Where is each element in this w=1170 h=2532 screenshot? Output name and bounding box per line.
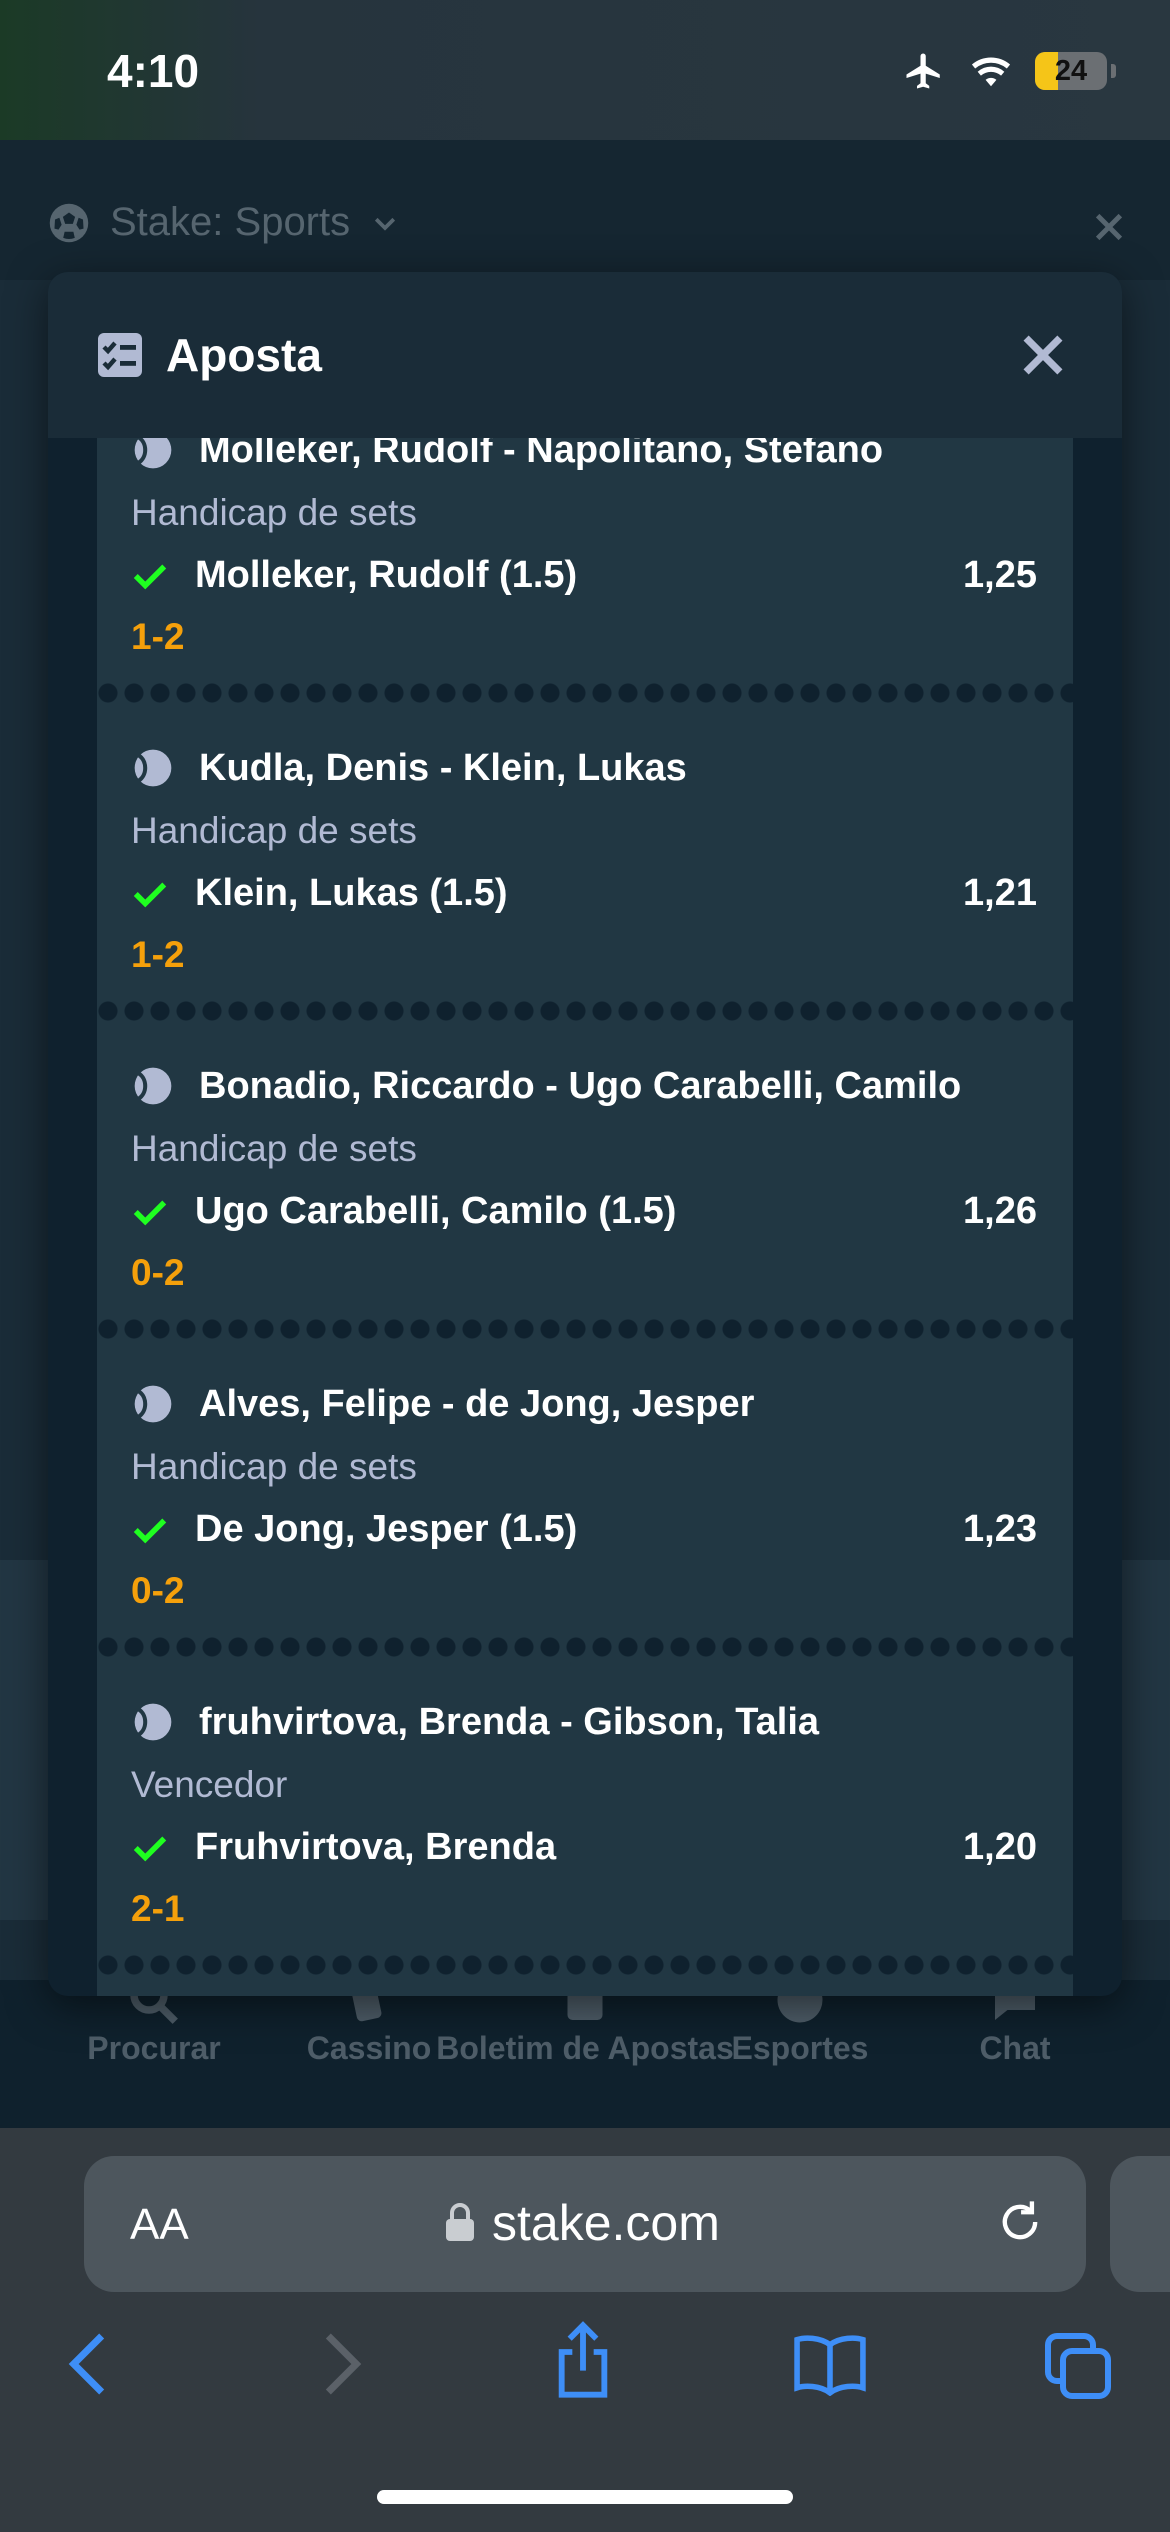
airplane-icon — [906, 53, 940, 89]
nav-betslip-label: Boletim de Apostas — [436, 2030, 734, 2066]
bet-odds: 1,21 — [963, 872, 1037, 914]
bet-card: Bonadio, Riccardo - Ugo Carabelli, Camil… — [97, 1022, 1073, 1340]
bet-odds: 1,20 — [963, 1826, 1037, 1868]
bet-market: Handicap de sets — [131, 1128, 417, 1169]
url-display[interactable]: stake.com — [444, 2194, 720, 2252]
bet-selection-label: De Jong, Jesper (1.5) — [195, 1508, 578, 1550]
bet-match-label: Bonadio, Riccardo - Ugo Carabelli, Camil… — [199, 1064, 962, 1107]
bet-odds: 1,25 — [963, 554, 1037, 596]
tennis-ball-icon — [134, 1385, 172, 1423]
app-switcher[interactable]: Stake: Sports — [48, 200, 400, 245]
bet-match: Alves, Felipe - de Jong, Jesper — [131, 1382, 754, 1426]
checkmark-icon — [133, 1836, 167, 1861]
soccer-ball-icon — [49, 203, 89, 242]
bet-selection-label: Fruhvirtova, Brenda — [195, 1826, 557, 1868]
bet-card: fruhvirtova, Brenda - Gibson, Talia Venc… — [97, 1658, 1073, 1976]
bet-card: Alves, Felipe - de Jong, Jesper Handicap… — [97, 1340, 1073, 1658]
battery-indicator: 24 — [1035, 52, 1107, 90]
bet-selection-label: Molleker, Rudolf (1.5) — [195, 554, 578, 596]
reader-options-button[interactable]: AA — [130, 2200, 189, 2250]
tennis-ball-icon — [134, 749, 172, 787]
bet-score: 0-2 — [131, 1570, 185, 1611]
bet-selection-label: Ugo Carabelli, Camilo (1.5) — [195, 1190, 677, 1232]
bet-odds: 1,23 — [963, 1508, 1037, 1550]
bet-score: 2-1 — [131, 1888, 185, 1929]
share-icon[interactable] — [550, 2320, 616, 2400]
wifi-icon — [971, 57, 1011, 87]
checkmark-icon — [133, 564, 167, 589]
bet-card: Molleker, Rudolf - Napolitano, Stefano H… — [97, 438, 1073, 704]
screen: 4:10 24 Stake: Sports Procurar Cassino B… — [0, 0, 1170, 2532]
app-header: Stake: Sports — [0, 140, 1170, 280]
dotted-separator — [97, 1636, 1073, 1658]
nav-sports-label: Esportes — [731, 2030, 869, 2066]
forward-icon[interactable] — [312, 2328, 368, 2400]
next-tab-peek[interactable] — [1110, 2156, 1170, 2292]
battery-level: 24 — [1054, 54, 1088, 87]
bet-selection: Ugo Carabelli, Camilo (1.5) — [131, 1190, 676, 1233]
bet-match: Bonadio, Riccardo - Ugo Carabelli, Camil… — [131, 1064, 961, 1108]
bet-market: Vencedor — [131, 1764, 288, 1805]
modal-header: Aposta — [48, 272, 1122, 438]
lock-icon — [446, 2203, 474, 2241]
home-indicator[interactable] — [377, 2490, 793, 2504]
bet-selection: Molleker, Rudolf (1.5) — [131, 554, 577, 597]
bet-selection: De Jong, Jesper (1.5) — [131, 1508, 577, 1551]
modal-title: Aposta — [166, 329, 322, 381]
bookmarks-icon[interactable] — [792, 2334, 868, 2396]
browser-chrome: AA stake.com — [0, 2128, 1170, 2532]
chevron-down-icon — [375, 217, 396, 231]
bet-score: 1-2 — [131, 616, 185, 657]
tennis-ball-icon — [134, 438, 172, 469]
bet-match-label: Alves, Felipe - de Jong, Jesper — [199, 1382, 755, 1425]
close-icon[interactable] — [1014, 326, 1072, 384]
url-text: stake.com — [492, 2195, 720, 2251]
tennis-ball-icon — [134, 1067, 172, 1105]
checkmark-icon — [133, 1200, 167, 1225]
app-close-icon[interactable] — [1092, 210, 1126, 244]
reload-icon[interactable] — [994, 2196, 1046, 2248]
dotted-separator — [97, 1954, 1073, 1976]
betslip-checklist-icon — [98, 333, 142, 377]
tennis-ball-icon — [134, 1703, 172, 1741]
bet-card: Kudla, Denis - Klein, Lukas Handicap de … — [97, 704, 1073, 1022]
checkmark-icon — [133, 1518, 167, 1543]
status-bar: 4:10 24 — [0, 0, 1170, 140]
bet-score: 1-2 — [131, 934, 185, 975]
tabs-icon[interactable] — [1042, 2330, 1114, 2402]
status-time: 4:10 — [107, 45, 200, 97]
dotted-separator — [97, 682, 1073, 704]
app-title: Stake: Sports — [110, 200, 351, 244]
bet-market: Handicap de sets — [131, 810, 417, 851]
nav-search-label: Procurar — [87, 2030, 221, 2066]
bet-selection: Fruhvirtova, Brenda — [131, 1826, 556, 1869]
bet-match: Kudla, Denis - Klein, Lukas — [131, 746, 687, 790]
bet-selection: Klein, Lukas (1.5) — [131, 872, 508, 915]
dotted-separator — [97, 1318, 1073, 1340]
bet-score: 0-2 — [131, 1252, 185, 1293]
bet-match-label: Kudla, Denis - Klein, Lukas — [199, 746, 687, 789]
bet-modal: Aposta Molleker, Rudolf - Napolitano, St… — [48, 272, 1122, 1996]
nav-casino-label: Cassino — [306, 2030, 432, 2066]
address-bar[interactable]: AA stake.com — [84, 2156, 1086, 2292]
dotted-separator — [97, 1000, 1073, 1022]
bet-match-label: fruhvirtova, Brenda - Gibson, Talia — [199, 1700, 820, 1743]
bet-match-label: Molleker, Rudolf - Napolitano, Stefano — [199, 438, 884, 471]
checkmark-icon — [133, 882, 167, 907]
nav-chat-label: Chat — [979, 2030, 1051, 2066]
site-bottom-nav: Procurar Cassino Boletim de Apostas Espo… — [0, 1976, 1170, 2130]
back-icon[interactable] — [62, 2328, 118, 2400]
bet-selection-label: Klein, Lukas (1.5) — [195, 872, 508, 914]
bet-market: Handicap de sets — [131, 492, 417, 533]
status-icons: 24 — [901, 50, 1116, 92]
bet-odds: 1,26 — [963, 1190, 1037, 1232]
bet-match: Molleker, Rudolf - Napolitano, Stefano — [131, 438, 883, 472]
bet-match: fruhvirtova, Brenda - Gibson, Talia — [131, 1700, 819, 1744]
bet-market: Handicap de sets — [131, 1446, 417, 1487]
bet-list[interactable]: Molleker, Rudolf - Napolitano, Stefano H… — [97, 438, 1073, 1996]
